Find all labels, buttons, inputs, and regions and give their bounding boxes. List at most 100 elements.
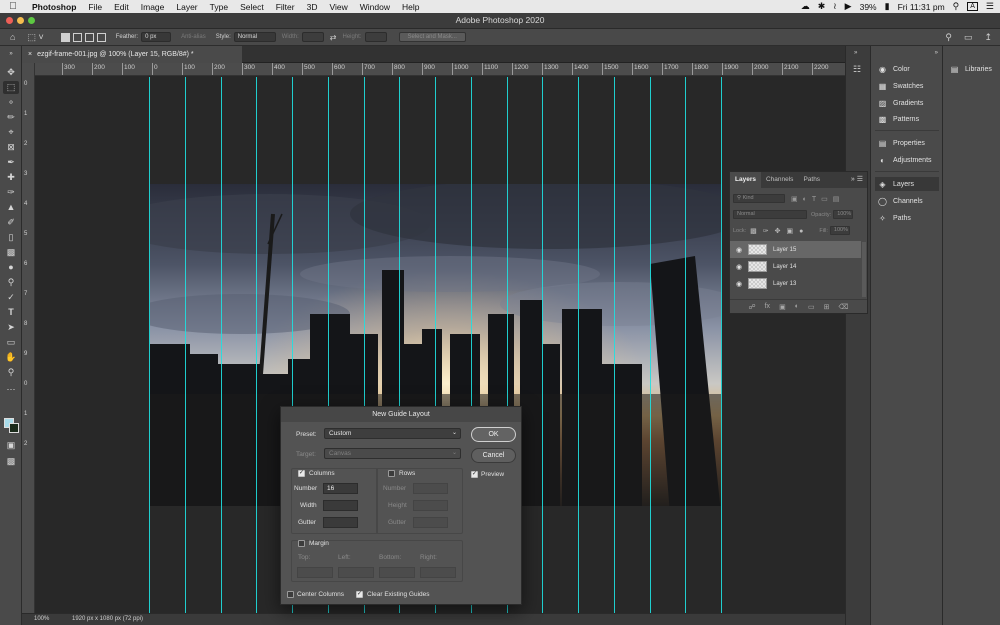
column-guide[interactable] xyxy=(256,77,257,613)
rectangular-marquee-tool-icon[interactable]: ⬚ xyxy=(3,81,19,94)
new-group-icon[interactable]: ▭ xyxy=(808,303,815,311)
row-number-input[interactable] xyxy=(413,483,448,494)
target-select[interactable]: Canvas ⌄ xyxy=(324,448,461,459)
zoom-level[interactable]: 100% xyxy=(34,614,49,625)
tab-paths[interactable]: Paths xyxy=(798,172,825,188)
layer-row[interactable]: ◉ Layer 13 xyxy=(730,275,861,292)
fx-icon[interactable]: fx xyxy=(765,303,770,310)
gradient-tool-icon[interactable]: ▩ xyxy=(3,246,19,259)
blend-mode-select[interactable]: Normal xyxy=(733,210,807,219)
quick-selection-tool-icon[interactable]: ✏ xyxy=(3,111,19,124)
column-guide[interactable] xyxy=(542,77,543,613)
add-selection-icon[interactable] xyxy=(72,32,82,42)
anti-alias-checkbox[interactable]: Anti-alias xyxy=(181,34,206,40)
panel-libraries[interactable]: ▤ Libraries xyxy=(947,62,999,76)
dodge-tool-icon[interactable]: ⚲ xyxy=(3,276,19,289)
type-tool-icon[interactable]: T xyxy=(3,306,19,319)
visibility-eye-icon[interactable]: ◉ xyxy=(730,280,748,288)
column-number-input[interactable]: 16 xyxy=(323,483,358,494)
width-input[interactable] xyxy=(301,32,324,42)
menu-window[interactable]: Window xyxy=(354,2,396,12)
search-icon[interactable]: ⚲ xyxy=(953,1,960,12)
row-gutter-input[interactable] xyxy=(413,517,448,528)
column-guide[interactable] xyxy=(614,77,615,613)
columns-checkbox[interactable]: ✓ xyxy=(298,470,305,477)
zoom-tool-icon[interactable]: ⚲ xyxy=(3,366,19,379)
margin-top-input[interactable] xyxy=(297,567,333,578)
subtract-selection-icon[interactable] xyxy=(84,32,94,42)
panel-properties[interactable]: ▤ Properties xyxy=(875,136,939,150)
preset-select[interactable]: Custom ⌄ xyxy=(324,428,461,439)
pen-tool-icon[interactable]: ✓ xyxy=(3,291,19,304)
delete-layer-icon[interactable]: ⌫ xyxy=(839,303,849,311)
bluetooth-icon[interactable]: ✱ xyxy=(818,1,826,12)
layers-scrollbar[interactable] xyxy=(862,242,866,297)
clear-guides-checkbox[interactable]: ✓ xyxy=(356,591,363,598)
rectangle-tool-icon[interactable]: ▭ xyxy=(3,336,19,349)
column-guide[interactable] xyxy=(650,77,651,613)
brush-tool-icon[interactable]: ✑ xyxy=(3,186,19,199)
menu-select[interactable]: Select xyxy=(234,2,270,12)
column-gutter-input[interactable] xyxy=(323,517,358,528)
height-input[interactable] xyxy=(364,32,387,42)
columns-label[interactable]: Columns xyxy=(309,470,335,477)
tab-layers[interactable]: Layers xyxy=(730,172,761,188)
menu-app[interactable]: Photoshop xyxy=(26,2,82,12)
collapse-dock-icon[interactable]: » xyxy=(935,50,938,56)
panel-swatches[interactable]: ▦ Swatches xyxy=(875,79,939,93)
menu-edit[interactable]: Edit xyxy=(108,2,135,12)
column-guide[interactable] xyxy=(221,77,222,613)
healing-brush-tool-icon[interactable]: ✚ xyxy=(3,171,19,184)
menu-view[interactable]: View xyxy=(323,2,353,12)
panel-gradients[interactable]: ▨ Gradients xyxy=(875,96,939,110)
tab-channels[interactable]: Channels xyxy=(761,172,798,188)
volume-icon[interactable]: ▶ xyxy=(845,1,852,12)
ok-button[interactable]: OK xyxy=(471,427,516,442)
hand-tool-icon[interactable]: ✋ xyxy=(3,351,19,364)
vertical-ruler[interactable]: 0 1 2 3 4 5 6 7 8 9 0 1 2 xyxy=(22,63,35,613)
preview-checkbox[interactable]: ✓ xyxy=(471,471,478,478)
crop-tool-icon[interactable]: ⌖ xyxy=(3,126,19,139)
menu-file[interactable]: File xyxy=(82,2,108,12)
battery-icon[interactable]: ▮ xyxy=(885,1,890,12)
menu-type[interactable]: Type xyxy=(204,2,234,12)
menu-filter[interactable]: Filter xyxy=(270,2,301,12)
quick-mask-icon[interactable]: ▣ xyxy=(3,439,19,452)
document-dimensions[interactable]: 1920 px x 1080 px (72 ppi) xyxy=(72,614,143,625)
margin-left-input[interactable] xyxy=(338,567,374,578)
move-tool-icon[interactable]: ✥ xyxy=(3,66,19,79)
column-guide[interactable] xyxy=(685,77,686,613)
layer-name[interactable]: Layer 14 xyxy=(773,264,796,270)
document-tab[interactable]: × ezgif-frame-001.jpg @ 100% (Layer 15, R… xyxy=(22,46,242,63)
panel-paths[interactable]: ✧ Paths xyxy=(875,211,939,225)
eyedropper-tool-icon[interactable]: ✒ xyxy=(3,156,19,169)
rows-checkbox[interactable] xyxy=(388,470,395,477)
menu-help[interactable]: Help xyxy=(396,2,425,12)
adjustment-layer-icon[interactable]: ◐ xyxy=(795,303,799,310)
layer-row[interactable]: ◉ Layer 14 xyxy=(730,258,861,275)
clock[interactable]: Fri 11:31 pm xyxy=(898,2,945,12)
history-brush-tool-icon[interactable]: ✐ xyxy=(3,216,19,229)
opacity-input[interactable]: 100% xyxy=(833,210,854,219)
input-source[interactable]: A xyxy=(967,2,978,11)
clone-stamp-tool-icon[interactable]: ▲ xyxy=(3,201,19,214)
kind-filter[interactable]: ⚲ Kind xyxy=(733,194,785,203)
feather-input[interactable]: 0 px xyxy=(141,32,172,42)
visibility-eye-icon[interactable]: ◉ xyxy=(730,263,748,271)
search-icon[interactable]: ⚲ xyxy=(945,32,952,43)
row-height-input[interactable] xyxy=(413,500,448,511)
preview-label[interactable]: Preview xyxy=(481,471,504,478)
panel-channels[interactable]: ◯ Channels xyxy=(875,194,939,208)
share-icon[interactable]: ↥ xyxy=(984,32,992,43)
intersect-selection-icon[interactable] xyxy=(96,32,106,42)
column-guide[interactable] xyxy=(185,77,186,613)
margin-label[interactable]: Margin xyxy=(309,540,329,547)
select-and-mask-button[interactable]: Select and Mask... xyxy=(398,32,466,42)
margin-right-input[interactable] xyxy=(420,567,456,578)
column-guide[interactable] xyxy=(721,77,722,613)
panel-color[interactable]: ◉ Color xyxy=(875,62,939,76)
collapse-panels-icon[interactable]: » xyxy=(854,50,857,56)
more-tools-icon[interactable]: ⋯ xyxy=(3,383,19,396)
menu-layer[interactable]: Layer xyxy=(170,2,203,12)
column-guide[interactable] xyxy=(578,77,579,613)
